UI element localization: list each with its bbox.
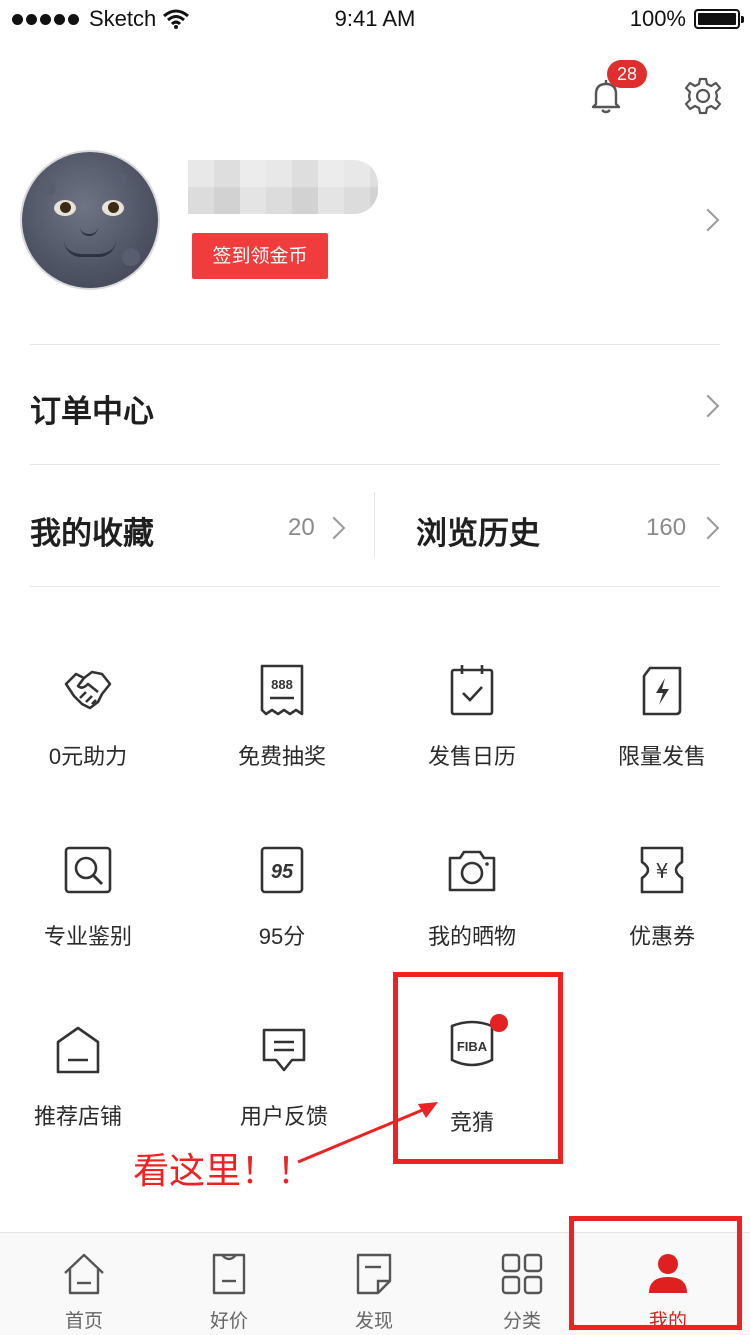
chevron-right-icon bbox=[696, 394, 720, 418]
discover-note-icon bbox=[356, 1253, 392, 1295]
grid-label: 推荐店铺 bbox=[33, 1104, 122, 1129]
grid-label: 0元助力 bbox=[48, 744, 128, 769]
favorites-count: 20 bbox=[288, 514, 315, 541]
grid-label: 免费抽奖 bbox=[237, 744, 326, 769]
divider bbox=[30, 464, 720, 465]
divider bbox=[30, 344, 720, 345]
svg-text:888: 888 bbox=[271, 677, 293, 692]
tab-deals[interactable]: 好价 bbox=[154, 1251, 304, 1333]
favorites-row[interactable]: 我的收藏 20 bbox=[0, 466, 374, 586]
status-right: 100% bbox=[629, 6, 744, 32]
grid-item-my-showcase[interactable]: 我的晒物 bbox=[378, 840, 566, 951]
grid-item-recommended-shops[interactable]: 推荐店铺 bbox=[0, 1020, 172, 1131]
order-center-title: 订单中心 bbox=[30, 394, 154, 429]
grid-item-95-score[interactable]: 95 95分 bbox=[188, 840, 376, 951]
lightning-card-icon bbox=[642, 666, 682, 716]
magnifier-icon bbox=[64, 846, 112, 894]
grid-label: 发售日历 bbox=[427, 744, 516, 769]
home-icon bbox=[64, 1253, 104, 1295]
notification-badge: 28 bbox=[607, 60, 647, 88]
tab-home[interactable]: 首页 bbox=[9, 1251, 159, 1333]
lottery-ticket-icon: 888 bbox=[260, 664, 304, 716]
tab-label: 首页 bbox=[64, 1311, 103, 1332]
shop-icon bbox=[56, 1026, 100, 1074]
username-blurred bbox=[188, 160, 378, 214]
grid-item-release-calendar[interactable]: 发售日历 bbox=[378, 660, 566, 771]
avatar[interactable] bbox=[22, 152, 158, 288]
status-bar: Sketch 9:41 AM 100% bbox=[0, 0, 750, 40]
gear-icon[interactable] bbox=[683, 76, 723, 116]
grid-item-zero-assist[interactable]: 0元助力 bbox=[0, 660, 182, 771]
score-95-icon: 95 bbox=[260, 846, 304, 894]
grid-label: 我的晒物 bbox=[427, 924, 516, 949]
grid-label: 优惠券 bbox=[628, 924, 695, 949]
camera-icon bbox=[448, 850, 496, 892]
tab-label: 发现 bbox=[354, 1311, 393, 1332]
coupon-yen-icon: ¥ bbox=[640, 846, 684, 894]
tab-discover[interactable]: 发现 bbox=[299, 1251, 449, 1333]
annotation-text: 看这里！！ bbox=[133, 1150, 314, 1191]
grid-label: 95分 bbox=[258, 924, 306, 949]
grid-item-authentication[interactable]: 专业鉴别 bbox=[0, 840, 182, 951]
history-count: 160 bbox=[646, 514, 687, 541]
annotation-arrow-icon bbox=[297, 1102, 438, 1164]
history-row[interactable]: 浏览历史 160 bbox=[376, 466, 750, 586]
grid-label: 限量发售 bbox=[617, 744, 706, 769]
vertical-divider bbox=[374, 492, 375, 558]
svg-text:¥: ¥ bbox=[656, 859, 669, 883]
grid-item-free-lottery[interactable]: 888 免费抽奖 bbox=[188, 660, 376, 771]
handshake-icon bbox=[64, 670, 112, 710]
grid-label: 专业鉴别 bbox=[43, 924, 132, 949]
profile-chevron-icon[interactable] bbox=[696, 208, 720, 232]
battery-icon bbox=[694, 9, 744, 29]
grid-item-coupon[interactable]: ¥ 优惠券 bbox=[568, 840, 750, 951]
grid-item-limited-release[interactable]: 限量发售 bbox=[568, 660, 750, 771]
chevron-right-icon bbox=[696, 516, 720, 540]
svg-text:95: 95 bbox=[271, 861, 294, 883]
divider bbox=[30, 586, 720, 587]
chevron-right-icon bbox=[322, 516, 346, 540]
order-center-row[interactable]: 订单中心 bbox=[0, 346, 750, 464]
favorites-title: 我的收藏 bbox=[30, 516, 154, 551]
feedback-icon bbox=[262, 1028, 306, 1072]
history-title: 浏览历史 bbox=[416, 516, 540, 551]
category-grid-icon bbox=[501, 1253, 543, 1295]
calendar-check-icon bbox=[450, 665, 494, 716]
checkin-button[interactable]: 签到领金币 bbox=[192, 233, 328, 279]
annotation-tab-highlight bbox=[569, 1216, 742, 1330]
battery-percent: 100% bbox=[629, 6, 686, 31]
tab-label: 好价 bbox=[209, 1311, 248, 1332]
deal-ticket-icon bbox=[212, 1253, 246, 1295]
